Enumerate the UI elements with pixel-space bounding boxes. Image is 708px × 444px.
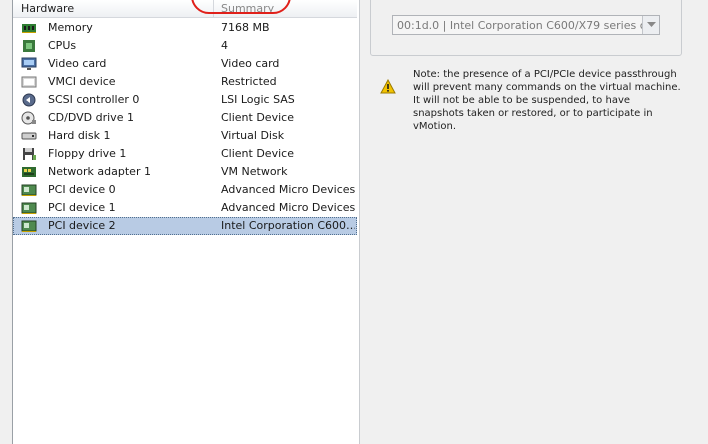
row-name: CPUs — [48, 39, 77, 52]
hard-disk-icon — [21, 129, 37, 143]
row-summary: LSI Logic SAS — [221, 93, 295, 106]
table-row[interactable]: PCI device 1 Advanced Micro Devices… — [13, 199, 357, 217]
row-name: Network adapter 1 — [48, 165, 151, 178]
row-name: PCI device 1 — [48, 201, 116, 214]
device-detail-panel — [358, 0, 708, 444]
red-annotation-circle — [191, 0, 291, 14]
pci-device-select-value: 00:1d.0 | Intel Corporation C600/X79 ser… — [397, 19, 660, 32]
row-summary: Restricted — [221, 75, 277, 88]
table-row[interactable]: CD/DVD drive 1 Client Device — [13, 109, 357, 127]
hardware-rows: Memory 7168 MB CPUs 4 Video card Video c… — [13, 19, 357, 235]
memory-icon — [21, 21, 37, 35]
list-header: Hardware Summary — [13, 0, 357, 18]
row-summary: Advanced Micro Devices… — [221, 201, 355, 214]
row-name: VMCI device — [48, 75, 116, 88]
row-summary: Client Device — [221, 147, 294, 160]
table-row[interactable]: CPUs 4 — [13, 37, 357, 55]
table-row[interactable]: Video card Video card — [13, 55, 357, 73]
row-name: Floppy drive 1 — [48, 147, 127, 160]
table-row-selected[interactable]: PCI device 2 Intel Corporation C600… — [13, 217, 357, 235]
pci-device-icon — [21, 183, 37, 197]
row-summary: Video card — [221, 57, 280, 70]
table-row[interactable]: Memory 7168 MB — [13, 19, 357, 37]
row-summary: Virtual Disk — [221, 129, 285, 142]
table-row[interactable]: PCI device 0 Advanced Micro Devices… — [13, 181, 357, 199]
row-name: PCI device 0 — [48, 183, 116, 196]
row-name: SCSI controller 0 — [48, 93, 140, 106]
hardware-list: Hardware Summary Memory 7168 MB CPUs 4 V… — [12, 0, 360, 444]
row-summary: Client Device — [221, 111, 294, 124]
passthrough-note-text: Note: the presence of a PCI/PCIe device … — [413, 69, 681, 132]
floppy-drive-icon — [21, 147, 37, 161]
pci-device-icon — [21, 219, 37, 233]
table-row[interactable]: VMCI device Restricted — [13, 73, 357, 91]
table-row[interactable]: Network adapter 1 VM Network — [13, 163, 357, 181]
table-row[interactable]: Floppy drive 1 Client Device — [13, 145, 357, 163]
row-name: Video card — [48, 57, 107, 70]
row-name: CD/DVD drive 1 — [48, 111, 134, 124]
chevron-down-icon[interactable] — [642, 16, 659, 34]
network-adapter-icon — [21, 165, 37, 179]
cd-dvd-icon — [21, 111, 37, 125]
row-name: Hard disk 1 — [48, 129, 111, 142]
row-summary: VM Network — [221, 165, 288, 178]
row-name: Memory — [48, 21, 93, 34]
row-summary: 4 — [221, 39, 228, 52]
row-summary: Intel Corporation C600… — [221, 219, 355, 232]
row-summary: Advanced Micro Devices… — [221, 183, 355, 196]
pci-device-select[interactable]: 00:1d.0 | Intel Corporation C600/X79 ser… — [392, 15, 660, 35]
column-header-hardware[interactable]: Hardware — [21, 2, 74, 15]
cpu-icon — [21, 39, 37, 53]
scsi-controller-icon — [21, 93, 37, 107]
pci-device-icon — [21, 201, 37, 215]
vmci-device-icon — [21, 75, 37, 89]
row-name: PCI device 2 — [48, 219, 116, 232]
table-row[interactable]: SCSI controller 0 LSI Logic SAS — [13, 91, 357, 109]
row-summary: 7168 MB — [221, 21, 270, 34]
table-row[interactable]: Hard disk 1 Virtual Disk — [13, 127, 357, 145]
video-card-icon — [21, 57, 37, 71]
warning-icon — [380, 78, 396, 94]
